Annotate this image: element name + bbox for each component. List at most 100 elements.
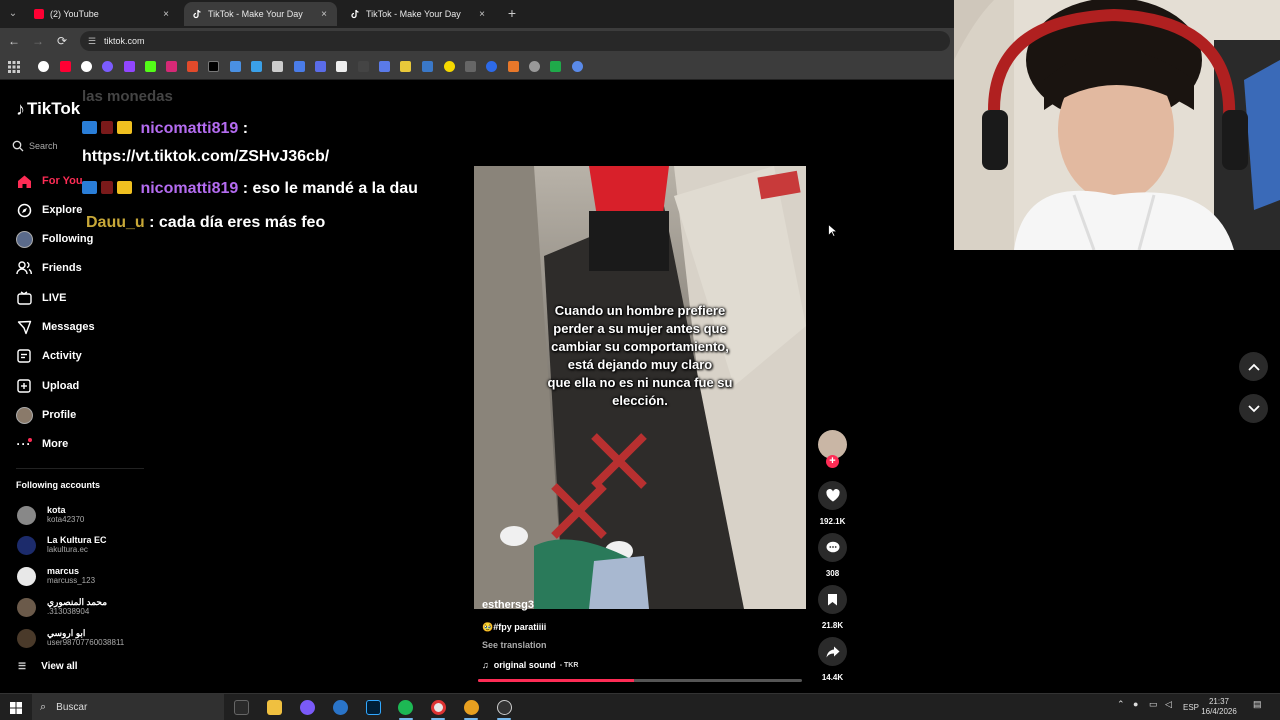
x-icon[interactable] (208, 61, 219, 72)
taskbar-search[interactable]: ⌕ Buscar (32, 694, 224, 720)
obs-icon[interactable] (497, 700, 512, 715)
volume-icon[interactable]: ◁ (1165, 699, 1172, 710)
generic-icon[interactable] (422, 61, 433, 72)
nav-explore[interactable]: Explore (15, 200, 82, 220)
sidebar-divider (16, 468, 144, 469)
previous-video-button[interactable] (1239, 352, 1268, 381)
tab-close-icon[interactable]: × (475, 9, 489, 20)
view-all-button[interactable]: ☰ View all (18, 661, 78, 672)
nav-more[interactable]: ··· More (15, 434, 69, 454)
translate-icon[interactable] (230, 61, 241, 72)
account-item[interactable]: محمد المنصوري .313038904 (17, 595, 107, 619)
tab-youtube[interactable]: (2) YouTube × (26, 2, 179, 26)
sheets-icon[interactable] (550, 61, 561, 72)
spotify-icon[interactable] (398, 700, 413, 715)
windows-start-icon[interactable] (10, 701, 22, 714)
caption-line: elección. (612, 393, 668, 408)
stack-icon[interactable] (272, 61, 283, 72)
twitch-icon[interactable] (124, 61, 135, 72)
taskbar-search-placeholder: Buscar (56, 702, 88, 713)
generic-icon[interactable] (486, 61, 497, 72)
tab-tiktok-active[interactable]: TikTok - Make Your Day × (184, 2, 337, 26)
nav-label: For You (42, 175, 83, 187)
avatar (17, 566, 36, 586)
nav-live[interactable]: LIVE (15, 288, 66, 308)
generic-icon[interactable] (251, 61, 262, 72)
tray-chevron-icon[interactable]: ⌃ (1117, 699, 1125, 710)
nav-upload[interactable]: Upload (15, 376, 79, 396)
generic-icon[interactable] (315, 61, 326, 72)
nav-profile[interactable]: Profile (15, 405, 76, 425)
notifications-icon[interactable]: ▤ (1253, 699, 1262, 710)
account-item[interactable]: La Kultura EC lakultura.ec (17, 533, 107, 557)
next-video-button[interactable] (1239, 394, 1268, 423)
site-info-icon[interactable]: ☰ (88, 36, 98, 47)
tab-close-icon[interactable]: × (159, 9, 173, 20)
nav-activity[interactable]: Activity (15, 346, 82, 366)
google-icon[interactable] (38, 61, 49, 72)
save-button[interactable] (818, 585, 847, 614)
nav-following[interactable]: Following (15, 229, 93, 249)
tab-close-icon[interactable]: × (317, 9, 331, 20)
chrome-icon[interactable] (431, 700, 446, 715)
generic-icon[interactable] (358, 61, 369, 72)
nav-label: Activity (42, 350, 82, 362)
generic-icon[interactable] (572, 61, 583, 72)
generic-icon[interactable] (508, 61, 519, 72)
tab-label: (2) YouTube (50, 9, 99, 19)
video-sound[interactable]: ♫ original sound - TKR (482, 660, 578, 670)
video-player[interactable]: Cuando un hombre prefiere perder a su mu… (474, 166, 806, 609)
see-translation-link[interactable]: See translation (482, 640, 547, 650)
nav-friends[interactable]: Friends (15, 258, 82, 278)
youtube-icon[interactable] (60, 61, 71, 72)
steam-icon[interactable] (333, 700, 348, 715)
video-progress-bar[interactable] (478, 679, 802, 682)
chevron-up-icon (1247, 363, 1260, 371)
photoshop-icon[interactable] (366, 700, 381, 715)
account-item[interactable]: kota kota42370 (17, 503, 84, 527)
chrome-icon[interactable] (81, 61, 92, 72)
kick-icon[interactable] (145, 61, 156, 72)
tab-search-dropdown[interactable]: ⌄ (5, 6, 21, 22)
generic-icon[interactable] (400, 61, 411, 72)
generic-icon[interactable] (529, 61, 540, 72)
search-input[interactable]: Search (12, 137, 58, 155)
generic-icon[interactable] (102, 61, 113, 72)
epic-games-icon[interactable] (234, 700, 249, 715)
nav-for-you[interactable]: For You (15, 171, 83, 191)
generic-icon[interactable] (187, 61, 198, 72)
docs-icon[interactable] (294, 61, 305, 72)
back-icon[interactable]: ← (6, 33, 22, 49)
tab-label: TikTok - Make Your Day (366, 9, 461, 19)
file-explorer-icon[interactable] (267, 700, 282, 715)
share-icon (826, 646, 839, 657)
address-bar[interactable]: ☰ tiktok.com (80, 31, 950, 51)
generic-icon[interactable] (465, 61, 476, 72)
account-item[interactable]: marcus marcuss_123 (17, 564, 95, 588)
bookmark-icon (828, 594, 837, 606)
follow-button[interactable]: + (826, 455, 839, 468)
network-icon[interactable]: ▭ (1149, 699, 1158, 710)
discord-icon[interactable] (300, 700, 315, 715)
tab-tiktok[interactable]: TikTok - Make Your Day × (342, 2, 495, 26)
reload-icon[interactable]: ⟳ (54, 33, 70, 49)
video-author[interactable]: esthersg3 (482, 599, 534, 611)
nav-messages[interactable]: Messages (15, 317, 95, 337)
avatar (17, 628, 36, 648)
account-item[interactable]: ابو اروسي user98707760038811 (17, 626, 124, 650)
microphone-icon[interactable]: ● (1133, 699, 1138, 709)
forward-icon[interactable]: → (30, 33, 46, 49)
new-tab-button[interactable]: + (505, 4, 519, 22)
notion-icon[interactable] (336, 61, 347, 72)
clock-time: 21:37 (1208, 697, 1230, 706)
comment-button[interactable] (818, 533, 847, 562)
tiktok-logo[interactable]: ♪ TikTok (16, 98, 80, 120)
share-button[interactable] (818, 637, 847, 666)
generic-icon[interactable] (379, 61, 390, 72)
apps-grid-icon[interactable] (8, 60, 20, 73)
clock[interactable]: 21:37 16/4/2026 (1194, 697, 1244, 717)
instagram-icon[interactable] (166, 61, 177, 72)
like-button[interactable] (818, 481, 847, 510)
app-icon[interactable] (464, 700, 479, 715)
generic-icon[interactable] (444, 61, 455, 72)
